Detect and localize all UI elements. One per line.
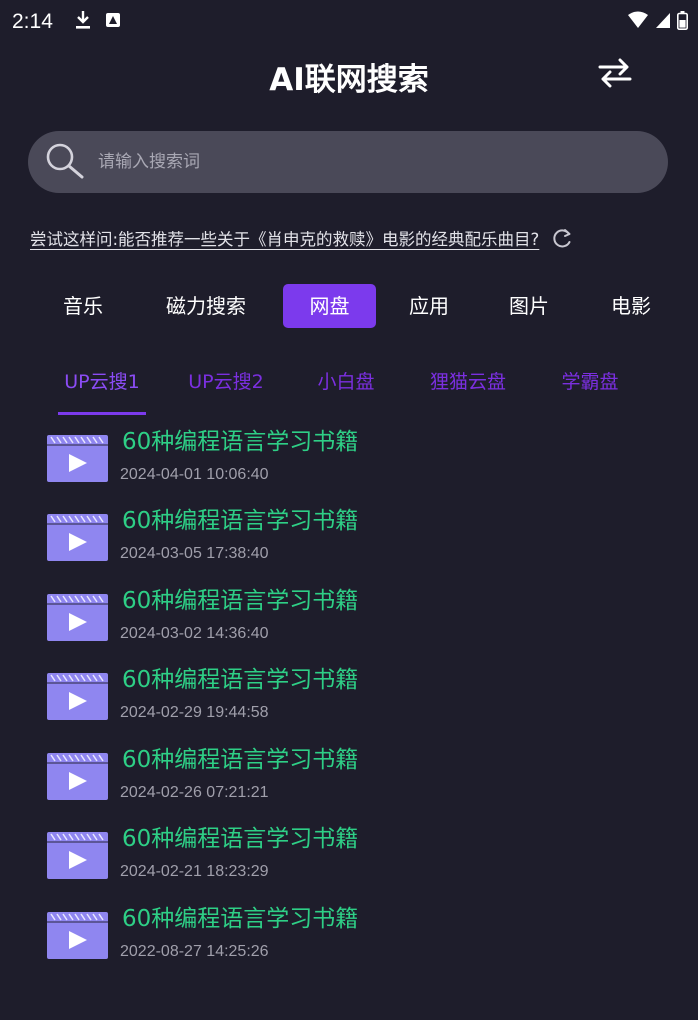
video-thumbnail-icon: [47, 753, 108, 800]
list-item[interactable]: 60种编程语言学习书籍 2024-03-02 14:36:40: [0, 579, 698, 659]
result-title: 60种编程语言学习书籍: [122, 667, 359, 693]
suggestion-row: 尝试这样问:能否推荐一些关于《肖申克的救赎》电影的经典配乐曲目?: [30, 222, 670, 254]
app-notification-icon: [105, 12, 121, 32]
status-bar: 2:14: [0, 0, 698, 44]
source-tab-up-cloud-2[interactable]: UP云搜2: [180, 362, 272, 402]
result-title: 60种编程语言学习书籍: [122, 826, 359, 852]
source-tab-limao[interactable]: 狸猫云盘: [420, 362, 516, 402]
tab-movies[interactable]: 电影: [600, 284, 662, 328]
list-item[interactable]: 60种编程语言学习书籍 2024-02-26 07:21:21: [0, 738, 698, 818]
battery-icon: [677, 10, 688, 34]
tab-images[interactable]: 图片: [498, 284, 560, 328]
source-tab-xueba[interactable]: 学霸盘: [552, 362, 628, 402]
video-thumbnail-icon: [47, 435, 108, 482]
tab-music[interactable]: 音乐: [52, 284, 114, 328]
status-time: 2:14: [12, 10, 53, 33]
signal-icon: [655, 12, 671, 32]
tab-apps[interactable]: 应用: [398, 284, 460, 328]
result-timestamp: 2024-02-21 18:23:29: [120, 863, 269, 880]
status-system-icons: [627, 10, 688, 34]
swap-arrows-icon: [598, 58, 632, 92]
list-item[interactable]: 60种编程语言学习书籍 2024-04-01 10:06:40: [0, 420, 698, 500]
result-timestamp: 2024-03-05 17:38:40: [120, 545, 269, 562]
result-timestamp: 2024-03-02 14:36:40: [120, 625, 269, 642]
result-timestamp: 2024-04-01 10:06:40: [120, 466, 269, 483]
swap-button[interactable]: [594, 56, 636, 94]
search-input[interactable]: [96, 151, 620, 173]
active-tab-indicator: [58, 412, 146, 415]
list-item[interactable]: 60种编程语言学习书籍 2022-08-27 14:25:26: [0, 897, 698, 977]
list-item[interactable]: 60种编程语言学习书籍 2024-03-05 17:38:40: [0, 499, 698, 579]
category-tabs: 音乐 磁力搜索 网盘 应用 图片 电影: [0, 284, 698, 330]
result-title: 60种编程语言学习书籍: [122, 906, 359, 932]
result-timestamp: 2024-02-29 19:44:58: [120, 704, 269, 721]
result-title: 60种编程语言学习书籍: [122, 508, 359, 534]
source-tab-xiaobai[interactable]: 小白盘: [308, 362, 384, 402]
source-tab-up-cloud-1[interactable]: UP云搜1: [56, 362, 148, 402]
result-timestamp: 2022-08-27 14:25:26: [120, 943, 269, 960]
download-icon: [75, 10, 91, 34]
list-item[interactable]: 60种编程语言学习书籍 2024-02-29 19:44:58: [0, 658, 698, 738]
tab-magnet-search[interactable]: 磁力搜索: [154, 284, 258, 328]
result-timestamp: 2024-02-26 07:21:21: [120, 784, 269, 801]
video-thumbnail-icon: [47, 594, 108, 641]
result-title: 60种编程语言学习书籍: [122, 588, 359, 614]
result-title: 60种编程语言学习书籍: [122, 747, 359, 773]
video-thumbnail-icon: [47, 912, 108, 959]
tab-netdisk[interactable]: 网盘: [283, 284, 376, 328]
video-thumbnail-icon: [47, 673, 108, 720]
result-title: 60种编程语言学习书籍: [122, 429, 359, 455]
search-bar[interactable]: [28, 131, 668, 193]
video-thumbnail-icon: [47, 514, 108, 561]
list-item[interactable]: 60种编程语言学习书籍 2024-02-21 18:23:29: [0, 817, 698, 897]
suggestion-link[interactable]: 尝试这样问:能否推荐一些关于《肖申克的救赎》电影的经典配乐曲目?: [30, 226, 539, 250]
video-thumbnail-icon: [47, 832, 108, 879]
status-notification-icons: [75, 10, 121, 34]
app-header: AI联网搜索: [0, 44, 698, 110]
wifi-icon: [627, 11, 649, 33]
refresh-icon[interactable]: [551, 227, 573, 249]
source-tabs: UP云搜1 UP云搜2 小白盘 狸猫云盘 学霸盘: [0, 362, 698, 418]
search-icon: [44, 141, 86, 183]
